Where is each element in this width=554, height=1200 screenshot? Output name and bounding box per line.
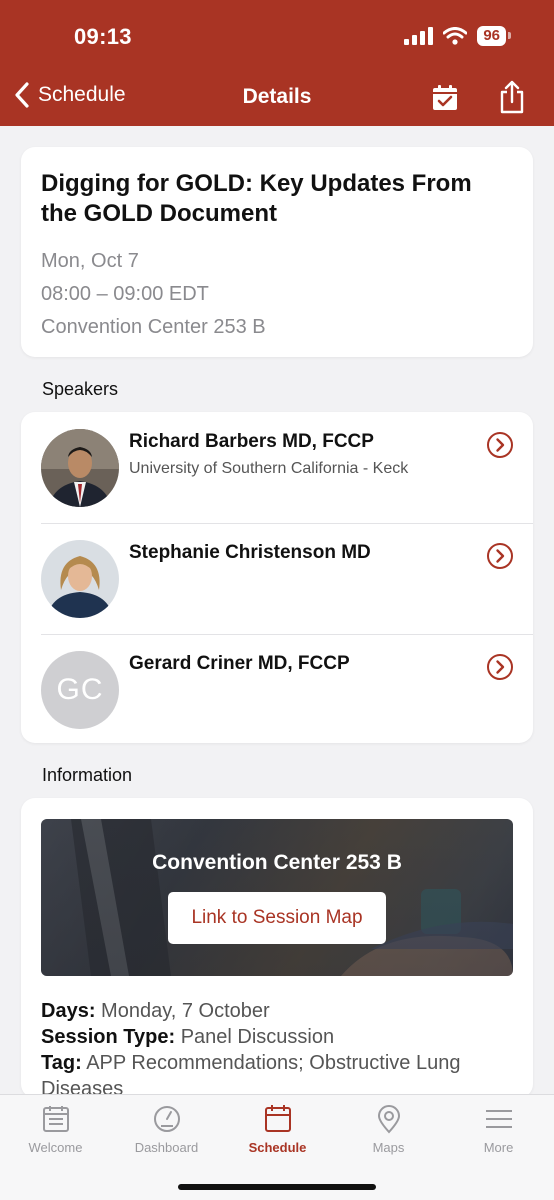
tag-label: Tag: (41, 1052, 82, 1074)
battery-indicator: 96 (477, 26, 511, 46)
tab-label: Welcome (28, 1140, 83, 1155)
chevron-left-icon (15, 82, 29, 108)
speaker-row[interactable]: GC Gerard Criner MD, FCCP (21, 634, 533, 743)
days-value: Monday, 7 October (101, 1000, 270, 1022)
tab-schedule[interactable]: Schedule (222, 1095, 333, 1165)
speaker-name: Richard Barbers MD, FCCP (129, 431, 374, 452)
add-to-calendar-button[interactable] (431, 84, 459, 117)
avatar (41, 540, 119, 618)
session-map-link-button[interactable]: Link to Session Map (168, 892, 386, 944)
session-type-label: Session Type: (41, 1026, 176, 1048)
tab-label: Schedule (248, 1140, 307, 1155)
session-location: Convention Center 253 B (41, 316, 266, 338)
session-card: Digging for GOLD: Key Updates From the G… (21, 147, 533, 357)
menu-icon (486, 1110, 512, 1128)
share-icon (500, 80, 524, 114)
avatar (41, 429, 119, 507)
tab-label: More (483, 1140, 514, 1155)
speaker-row[interactable]: Stephanie Christenson MD (21, 523, 533, 634)
tab-welcome[interactable]: Welcome (0, 1095, 111, 1165)
speaker-name: Stephanie Christenson MD (129, 542, 371, 563)
signal-icon (404, 27, 434, 45)
tab-maps[interactable]: Maps (333, 1095, 444, 1165)
share-button[interactable] (498, 80, 526, 119)
tag-value: APP Recommendations; Obstructive Lung Di… (41, 1052, 461, 1100)
session-type-value: Panel Discussion (180, 1026, 335, 1048)
map-pin-icon (377, 1105, 401, 1134)
days-label: Days: (41, 1000, 96, 1022)
session-title: Digging for GOLD: Key Updates From the G… (41, 170, 472, 227)
tab-label: Maps (372, 1140, 405, 1155)
back-label: Schedule (38, 83, 126, 106)
dashboard-icon (154, 1106, 180, 1132)
location-banner: Convention Center 253 B Link to Session … (41, 819, 513, 976)
status-icons: 96 (404, 26, 511, 46)
calendar-check-icon (433, 85, 457, 110)
chevron-right-circle-icon[interactable] (486, 653, 514, 681)
speaker-affiliation: University of Southern California - Keck (129, 460, 409, 477)
chevron-right-circle-icon[interactable] (486, 431, 514, 459)
speaker-name: Gerard Criner MD, FCCP (129, 653, 350, 674)
tab-more[interactable]: More (443, 1095, 554, 1165)
tab-label: Dashboard (134, 1140, 199, 1155)
home-indicator (178, 1184, 376, 1190)
welcome-icon (43, 1106, 69, 1132)
banner-location: Convention Center 253 B (152, 851, 402, 874)
status-time: 09:13 (74, 24, 132, 49)
calendar-icon (265, 1105, 291, 1132)
wifi-icon (443, 27, 468, 45)
information-heading: Information (42, 765, 133, 785)
top-bar: 09:13 96 Schedule Details (0, 0, 554, 126)
session-date: Mon, Oct 7 (41, 250, 139, 272)
back-button[interactable]: Schedule (14, 82, 126, 108)
speakers-card: Richard Barbers MD, FCCP University of S… (21, 412, 533, 743)
avatar-initials: GC (41, 651, 119, 729)
speakers-heading: Speakers (42, 379, 119, 399)
session-type-line: Session Type: Panel Discussion (41, 1024, 513, 1050)
speaker-row[interactable]: Richard Barbers MD, FCCP University of S… (21, 412, 533, 523)
session-time: 08:00 – 09:00 EDT (41, 283, 209, 305)
chevron-right-circle-icon[interactable] (486, 542, 514, 570)
tab-dashboard[interactable]: Dashboard (111, 1095, 222, 1165)
page-title: Details (242, 85, 312, 108)
days-line: Days: Monday, 7 October (41, 998, 513, 1024)
information-card: Convention Center 253 B Link to Session … (21, 798, 533, 1100)
